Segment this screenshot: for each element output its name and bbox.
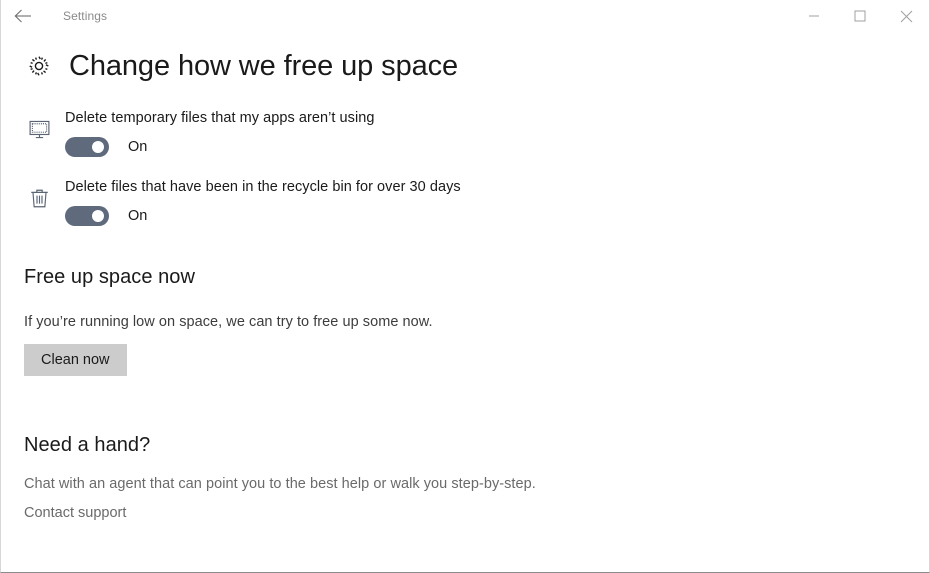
back-arrow-icon: [14, 9, 32, 23]
close-icon: [900, 10, 913, 23]
app-title: Settings: [63, 9, 108, 23]
toggle-temp-files[interactable]: [65, 137, 109, 157]
setting-label: Delete temporary files that my apps aren…: [65, 110, 375, 126]
free-up-space-heading: Free up space now: [24, 266, 195, 288]
clean-now-button[interactable]: Clean now: [24, 344, 127, 376]
free-up-space-description: If you’re running low on space, we can t…: [24, 314, 433, 330]
need-a-hand-description: Chat with an agent that can point you to…: [24, 476, 536, 492]
back-button[interactable]: [1, 0, 45, 32]
toggle-knob: [92, 141, 104, 153]
close-button[interactable]: [883, 0, 929, 32]
setting-row-recycle-bin: Delete files that have been in the recyc…: [1, 177, 929, 226]
toggle-line: On: [65, 206, 461, 226]
setting-body: Delete files that have been in the recyc…: [65, 177, 461, 226]
setting-label: Delete files that have been in the recyc…: [65, 179, 461, 195]
toggle-line: On: [65, 137, 374, 157]
setting-body: Delete temporary files that my apps aren…: [65, 108, 374, 157]
page-header: Change how we free up space: [1, 49, 929, 83]
minimize-icon: [808, 10, 820, 22]
toggle-knob: [92, 210, 104, 222]
maximize-button[interactable]: [837, 0, 883, 32]
window-controls: [791, 0, 929, 32]
setting-row-temp-files: Delete temporary files that my apps aren…: [1, 108, 929, 157]
toggle-state-label: On: [128, 208, 148, 224]
need-a-hand-heading: Need a hand?: [24, 434, 151, 456]
toggle-recycle-bin[interactable]: [65, 206, 109, 226]
title-bar: Settings: [1, 0, 929, 32]
monitor-icon: [22, 108, 56, 157]
gear-icon: [22, 49, 56, 83]
maximize-icon: [854, 10, 866, 22]
contact-support-link[interactable]: Contact support: [24, 503, 126, 523]
minimize-button[interactable]: [791, 0, 837, 32]
toggle-state-label: On: [128, 139, 148, 155]
settings-window: Settings Change how we free up space Del…: [0, 0, 930, 573]
page-title: Change how we free up space: [69, 50, 459, 82]
trash-icon: [22, 177, 56, 226]
